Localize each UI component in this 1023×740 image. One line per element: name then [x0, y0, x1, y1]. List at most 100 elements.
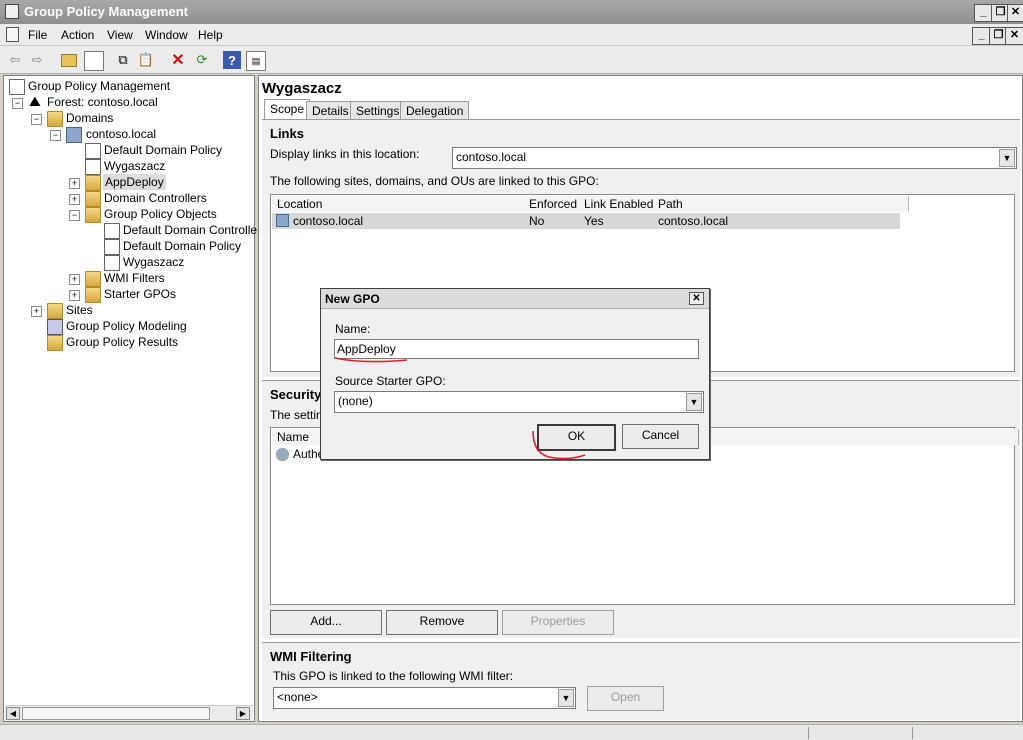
copy-icon[interactable]: ⧉	[114, 51, 132, 69]
properties-button[interactable]: Properties	[502, 610, 614, 635]
tree-root[interactable]: Group Policy Management	[28, 78, 170, 94]
tree-gpo-default-domain-controllers[interactable]: Default Domain Controllers	[123, 222, 267, 238]
row-link-enabled: Yes	[584, 214, 604, 228]
help-icon[interactable]: ?	[223, 51, 241, 69]
row-location: contoso.local	[293, 214, 364, 228]
properties-icon[interactable]: ▤	[246, 51, 266, 71]
expand-sites-icon[interactable]: +	[31, 306, 42, 317]
menu-bar: File Action View Window Help _ ❐ ✕	[0, 24, 1023, 46]
security-heading: Security	[270, 387, 322, 402]
show-hide-tree-icon[interactable]	[84, 51, 104, 71]
gpm-icon	[9, 79, 25, 95]
tree-sites[interactable]: Sites	[66, 302, 93, 318]
col-path[interactable]: Path	[653, 196, 909, 212]
domain-icon	[276, 214, 289, 227]
scroll-left-icon[interactable]: ◀	[6, 707, 20, 720]
gpo-icon	[104, 239, 120, 255]
tree-wygaszacz-link[interactable]: Wygaszacz	[104, 158, 165, 174]
expand-domain-controllers-icon[interactable]: +	[69, 194, 80, 205]
expand-wmi-filters-icon[interactable]: +	[69, 274, 80, 285]
wmi-heading: WMI Filtering	[270, 649, 352, 664]
forward-arrow-icon[interactable]: ⇨	[28, 51, 46, 69]
col-link-enabled[interactable]: Link Enabled	[579, 196, 659, 212]
delete-icon[interactable]: ✕	[169, 51, 187, 69]
up-folder-icon[interactable]	[60, 51, 78, 69]
remove-button[interactable]: Remove	[386, 610, 498, 635]
expand-appdeploy-icon[interactable]: +	[69, 178, 80, 189]
paste-icon[interactable]: 📋	[137, 51, 155, 69]
tab-delegation[interactable]: Delegation	[400, 101, 470, 120]
gpo-icon	[104, 255, 120, 271]
tree-horizontal-scrollbar[interactable]: ◀ ▶	[5, 705, 253, 721]
chevron-down-icon[interactable]: ▼	[558, 689, 574, 707]
status-bar	[0, 724, 1023, 740]
scroll-thumb[interactable]	[22, 707, 210, 720]
tree-domain[interactable]: contoso.local	[86, 126, 156, 142]
expand-starter-gpos-icon[interactable]: +	[69, 290, 80, 301]
results-icon	[47, 335, 63, 351]
menu-window[interactable]: Window	[145, 28, 188, 42]
menu-view[interactable]: View	[107, 28, 133, 42]
scroll-right-icon[interactable]: ▶	[236, 707, 250, 720]
gpo-icon	[104, 223, 120, 239]
dialog-close-icon[interactable]: ✕	[689, 292, 704, 305]
add-button[interactable]: Add...	[270, 610, 382, 635]
forest-icon: ⛰	[29, 93, 41, 109]
status-divider	[912, 727, 913, 739]
domains-folder-icon	[47, 111, 63, 127]
status-divider	[808, 727, 809, 739]
tree-default-domain-policy[interactable]: Default Domain Policy	[104, 142, 222, 158]
tree-starter-gpos[interactable]: Starter GPOs	[104, 286, 176, 302]
wmi-folder-icon	[85, 271, 101, 287]
sites-folder-icon	[47, 303, 63, 319]
tab-scope[interactable]: Scope	[264, 99, 311, 120]
chevron-down-icon[interactable]: ▼	[686, 393, 702, 411]
open-button[interactable]: Open	[587, 686, 664, 711]
navigation-tree: Group Policy Management − ⛰ Forest: cont…	[3, 75, 267, 722]
col-location[interactable]: Location	[272, 196, 530, 212]
tree-gpo-default-domain-policy[interactable]: Default Domain Policy	[123, 238, 241, 254]
menu-file[interactable]: File	[28, 28, 47, 42]
tree-group-policy-objects[interactable]: Group Policy Objects	[104, 206, 217, 222]
menu-action[interactable]: Action	[61, 28, 94, 42]
name-label: Name:	[335, 322, 371, 336]
collapse-domains-icon[interactable]: −	[31, 114, 42, 125]
refresh-icon[interactable]: ⟳	[193, 51, 211, 69]
toolbar: ⇦ ⇨ ⧉ 📋 ✕ ⟳ ? ▤	[0, 46, 1023, 74]
links-description: The following sites, domains, and OUs ar…	[270, 174, 599, 188]
gpo-link-icon	[85, 159, 101, 175]
modeling-icon	[47, 319, 63, 335]
col-enforced[interactable]: Enforced	[524, 196, 585, 212]
tree-group-policy-modeling[interactable]: Group Policy Modeling	[66, 318, 187, 334]
tree-group-policy-results[interactable]: Group Policy Results	[66, 334, 178, 350]
tree-domain-controllers[interactable]: Domain Controllers	[104, 190, 207, 206]
collapse-gpo-folder-icon[interactable]: −	[69, 210, 80, 221]
starter-gpo-combo[interactable]: (none) ▼	[334, 391, 704, 413]
user-group-icon	[276, 448, 289, 461]
domain-icon	[66, 127, 82, 143]
tree-forest[interactable]: Forest: contoso.local	[47, 94, 158, 110]
wmi-filter-value: <none>	[277, 690, 318, 704]
tree-domains[interactable]: Domains	[66, 110, 113, 126]
wmi-filter-combo[interactable]: <none> ▼	[273, 687, 576, 709]
menu-help[interactable]: Help	[198, 28, 223, 42]
table-row[interactable]: contoso.local No Yes contoso.local	[272, 213, 900, 229]
tab-settings[interactable]: Settings	[350, 101, 406, 120]
tree-gpo-wygaszacz[interactable]: Wygaszacz	[123, 254, 184, 270]
window-title-bar: Group Policy Management _ ❐ ✕	[0, 0, 1023, 24]
tab-details[interactable]: Details	[306, 101, 355, 120]
window-title: Group Policy Management	[24, 4, 188, 19]
mdi-close-button[interactable]: ✕	[1005, 27, 1023, 45]
display-links-combo[interactable]: contoso.local ▼	[452, 147, 1017, 169]
tree-wmi-filters[interactable]: WMI Filters	[104, 270, 165, 286]
tree-appdeploy[interactable]: AppDeploy	[103, 174, 166, 190]
dialog-title-bar: New GPO ✕	[321, 289, 709, 309]
row-enforced: No	[529, 214, 545, 228]
cancel-button[interactable]: Cancel	[622, 424, 699, 449]
chevron-down-icon[interactable]: ▼	[999, 149, 1015, 167]
back-arrow-icon[interactable]: ⇦	[6, 51, 24, 69]
ou-folder-icon	[85, 175, 101, 191]
close-button[interactable]: ✕	[1007, 4, 1023, 22]
collapse-forest-icon[interactable]: −	[12, 98, 23, 109]
collapse-domain-icon[interactable]: −	[50, 130, 61, 141]
